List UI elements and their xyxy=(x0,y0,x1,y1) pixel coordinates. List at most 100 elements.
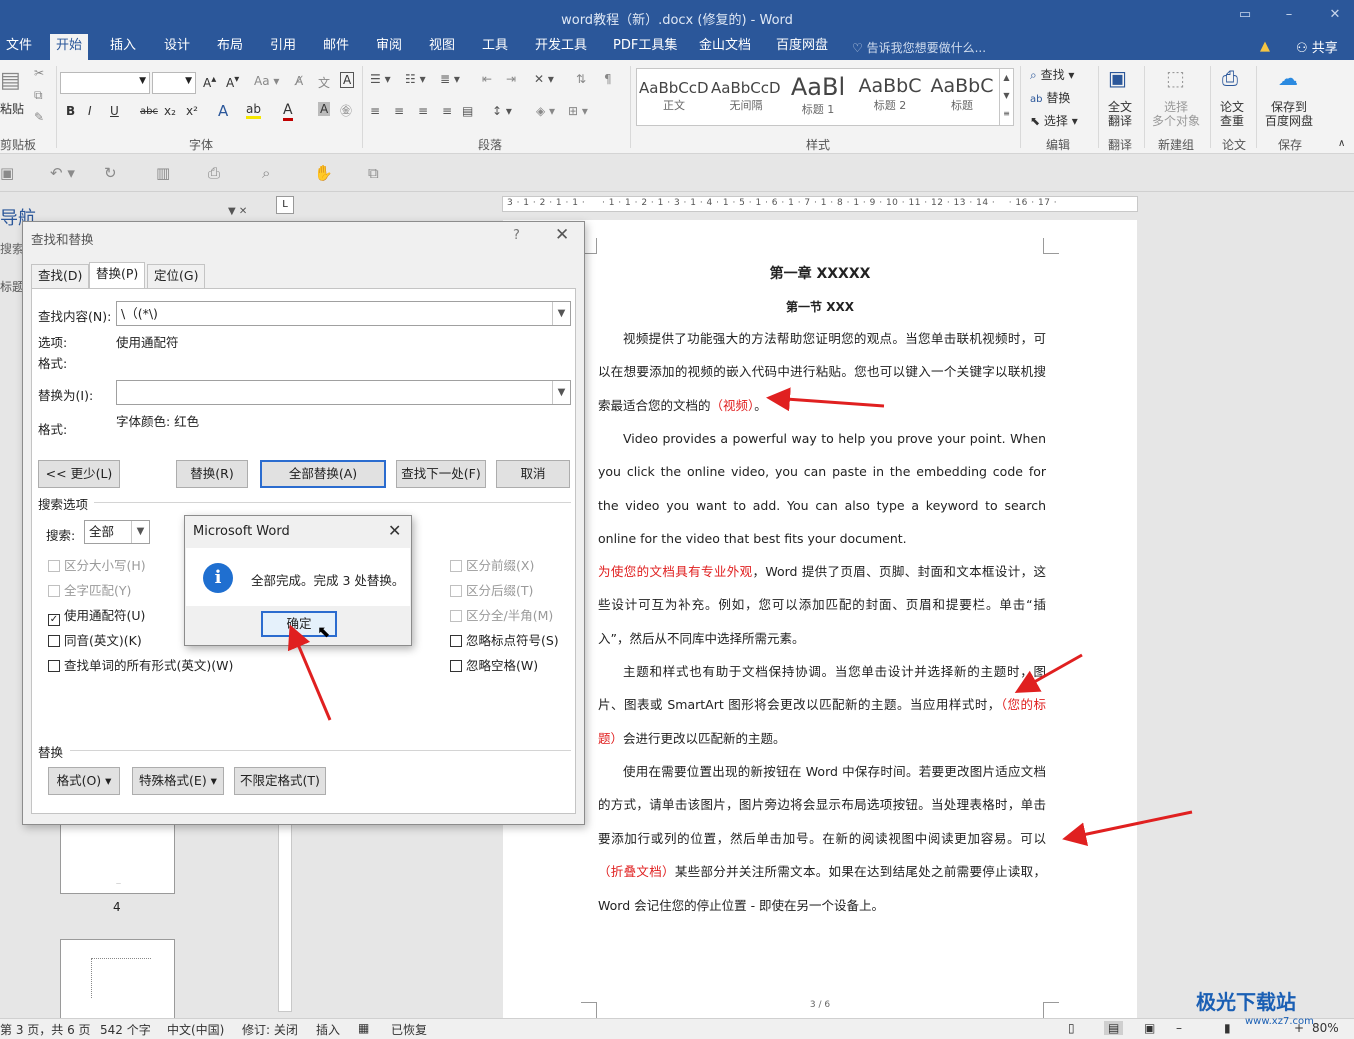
select-multiple-button[interactable]: 选择 多个对象 xyxy=(1152,100,1200,128)
full-translate-button[interactable]: 全文 翻译 xyxy=(1108,100,1132,128)
sort-icon[interactable]: ⇅ xyxy=(576,72,586,86)
save-icon[interactable]: ▣ xyxy=(0,164,14,182)
find-button[interactable]: ⌕ 查找 ▾ xyxy=(1030,66,1074,83)
print-icon[interactable]: ⎙ xyxy=(208,164,220,182)
tab-review[interactable]: 审阅 xyxy=(370,34,408,60)
match-suffix-checkbox[interactable]: 区分后缀(T) xyxy=(450,580,533,599)
insert-mode[interactable]: 插入 xyxy=(316,1021,340,1038)
replace-all-button[interactable]: 全部替换(A) xyxy=(260,460,386,488)
change-case-icon[interactable]: Aa ▾ xyxy=(254,74,279,88)
less-button[interactable]: << 更少(L) xyxy=(38,460,120,488)
tab-mailings[interactable]: 邮件 xyxy=(317,34,355,60)
nav-options-icon[interactable]: ▼ ✕ xyxy=(228,206,247,217)
grow-font-icon[interactable]: A▴ xyxy=(203,74,216,90)
decrease-indent-icon[interactable]: ⇤ xyxy=(482,72,492,86)
tab-references[interactable]: 引用 xyxy=(264,34,302,60)
style-heading-2[interactable]: AaBbC 标题 2 xyxy=(855,73,925,123)
help-button[interactable]: ? xyxy=(513,228,520,243)
tab-tools[interactable]: 工具 xyxy=(476,34,514,60)
use-wildcards-checkbox[interactable]: ✓ 使用通配符(U) xyxy=(48,605,145,626)
style-heading-1[interactable]: AaBl 标题 1 xyxy=(783,73,853,123)
show-marks-icon[interactable]: ¶ xyxy=(604,72,612,86)
page-count[interactable]: 第 3 页，共 6 页 xyxy=(0,1021,91,1038)
bullets-icon[interactable]: ☰ ▾ xyxy=(370,72,391,86)
tab-pdf-tools[interactable]: PDF工具集 xyxy=(607,34,683,60)
font-color-icon[interactable]: A xyxy=(283,102,293,121)
translate-icon[interactable]: ▣ xyxy=(1108,66,1127,90)
tab-design[interactable]: 设计 xyxy=(158,34,196,60)
multilevel-list-icon[interactable]: ≣ ▾ xyxy=(440,72,460,86)
chevron-down-icon[interactable]: ▼ xyxy=(552,381,570,404)
char-shading-icon[interactable]: A xyxy=(318,102,331,116)
tell-me-box[interactable]: ♡ 告诉我您想要做什么... xyxy=(852,39,986,56)
ribbon-display-icon[interactable]: ▭ xyxy=(1236,6,1254,24)
highlight-icon[interactable]: ab xyxy=(246,102,261,119)
undo-icon[interactable]: ↶ ▾ xyxy=(50,164,75,182)
text-effects-icon[interactable]: A xyxy=(218,102,228,120)
justify-icon[interactable]: ≡ xyxy=(442,104,452,118)
save-to-baidu-button[interactable]: 保存到 百度网盘 xyxy=(1265,100,1313,128)
tab-view[interactable]: 视图 xyxy=(423,34,461,60)
zoom-level[interactable]: 80% xyxy=(1312,1021,1339,1035)
paste-label[interactable]: 粘贴 xyxy=(0,100,24,117)
italic-button[interactable]: I xyxy=(88,104,92,118)
shading-icon[interactable]: ◈ ▾ xyxy=(536,104,555,118)
tab-baidu-pan[interactable]: 百度网盘 xyxy=(770,34,834,60)
search-direction-select[interactable]: 全部 ▼ xyxy=(84,520,150,544)
tab-layout[interactable]: 布局 xyxy=(211,34,249,60)
no-formatting-button[interactable]: 不限定格式(T) xyxy=(234,767,326,795)
distributed-icon[interactable]: ▤ xyxy=(462,104,473,118)
hand-icon[interactable]: ✋ xyxy=(314,164,333,182)
tab-replace[interactable]: 替换(P) xyxy=(89,262,146,289)
tab-developer[interactable]: 开发工具 xyxy=(529,34,593,60)
paste-icon[interactable]: ▤ xyxy=(0,68,21,93)
align-right-icon[interactable]: ≡ xyxy=(418,104,428,118)
document-page[interactable]: 第一章 XXXXX 第一节 XXX 视频提供了功能强大的方法帮助您证明您的观点。… xyxy=(503,220,1137,1018)
subscript-button[interactable]: x₂ xyxy=(164,104,176,118)
print-layout-icon[interactable]: ▤ xyxy=(1104,1021,1124,1035)
page-thumbnail[interactable] xyxy=(60,939,175,1019)
sounds-like-checkbox[interactable]: 同音(英文)(K) xyxy=(48,630,142,649)
minimize-icon[interactable]: – xyxy=(1280,6,1298,24)
whole-word-checkbox[interactable]: 全字匹配(Y) xyxy=(48,580,131,599)
ignore-punctuation-checkbox[interactable]: 忽略标点符号(S) xyxy=(450,630,559,649)
font-name-combo[interactable]: ▼ xyxy=(60,72,150,94)
collapse-ribbon-icon[interactable]: ∧ xyxy=(1338,138,1345,149)
phonetic-icon[interactable]: 文 xyxy=(318,74,330,91)
warning-icon[interactable]: ▲ xyxy=(1260,39,1270,54)
web-layout-icon[interactable]: ▣ xyxy=(1144,1021,1155,1035)
style-no-spacing[interactable]: AaBbCcDd 无间隔 xyxy=(711,73,781,123)
borders-icon[interactable]: ⊞ ▾ xyxy=(568,104,588,118)
replace-with-input[interactable]: ▼ xyxy=(116,380,571,405)
paper-check-icon[interactable]: ⎙ xyxy=(1222,66,1238,90)
baidu-cloud-icon[interactable]: ☁ xyxy=(1278,66,1298,90)
zoom-slider-thumb[interactable]: ▮ xyxy=(1224,1021,1231,1035)
macro-icon[interactable]: ▦ xyxy=(358,1021,369,1035)
tab-file[interactable]: 文件 xyxy=(0,34,38,60)
underline-button[interactable]: U xyxy=(110,104,119,118)
tab-find[interactable]: 查找(D) xyxy=(31,264,90,288)
close-icon[interactable]: ✕ xyxy=(555,225,569,245)
special-button[interactable]: 特殊格式(E) ▾ xyxy=(132,767,224,795)
match-prefix-checkbox[interactable]: 区分前缀(X) xyxy=(450,555,534,574)
chevron-down-icon[interactable]: ▼ xyxy=(552,302,570,325)
zoom-out-icon[interactable]: – xyxy=(1176,1021,1182,1035)
nav-headings-tab[interactable]: 标题 xyxy=(0,278,24,295)
language[interactable]: 中文(中国) xyxy=(167,1021,224,1038)
track-changes[interactable]: 修订: 关闭 xyxy=(242,1021,298,1038)
align-center-icon[interactable]: ≡ xyxy=(394,104,404,118)
page-thumbnail[interactable]: — xyxy=(60,820,175,894)
match-case-checkbox[interactable]: 区分大小写(H) xyxy=(48,555,146,574)
cut-icon[interactable]: ✂ xyxy=(34,66,44,80)
enclose-char-icon[interactable]: ㊎ xyxy=(340,102,352,119)
chevron-down-icon[interactable]: ▼ xyxy=(131,521,149,543)
tab-home[interactable]: 开始 xyxy=(50,34,89,60)
layout-icon[interactable]: ▥ xyxy=(156,164,170,182)
print-preview-icon[interactable]: ⌕ xyxy=(262,164,270,182)
tab-kdocs[interactable]: 金山文档 xyxy=(693,34,757,60)
increase-indent-icon[interactable]: ⇥ xyxy=(506,72,516,86)
word-count[interactable]: 542 个字 xyxy=(100,1021,151,1038)
align-left-icon[interactable]: ≡ xyxy=(370,104,380,118)
bold-button[interactable]: B xyxy=(66,104,75,118)
select-button[interactable]: ⬉ 选择 ▾ xyxy=(1030,112,1078,129)
